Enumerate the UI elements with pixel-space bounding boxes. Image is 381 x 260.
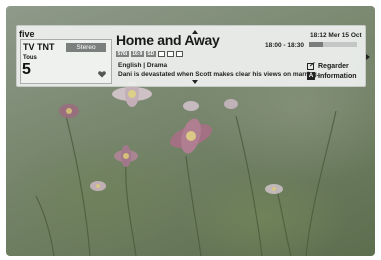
audio-badge: Stereo xyxy=(66,43,106,52)
audio-description-icon xyxy=(166,51,174,57)
information-button[interactable]: A Information xyxy=(307,72,357,80)
next-programme-arrow-icon[interactable] xyxy=(366,54,370,60)
aspect-tag: 16:9 xyxy=(130,51,144,57)
programme-genre: English | Drama xyxy=(118,62,168,69)
channel-name: TV TNT xyxy=(23,42,55,52)
programme-synopsis: Dani is devastated when Scott makes clea… xyxy=(118,71,323,78)
channel-info-box: TV TNT Stereo Tous 5 xyxy=(20,39,112,84)
previous-channel-arrow-icon[interactable] xyxy=(192,30,198,34)
information-button-label: Information xyxy=(318,72,357,80)
next-channel-arrow-icon[interactable] xyxy=(192,80,198,84)
watch-button-label: Regarder xyxy=(318,62,349,70)
programme-title: Home and Away xyxy=(116,32,220,48)
definition-tag: SD xyxy=(145,51,156,57)
subtitles-icon xyxy=(157,51,165,57)
a-key-icon: A xyxy=(307,72,315,80)
resolution-tag: 576i xyxy=(116,51,129,57)
channel-brand-logo: five xyxy=(19,29,35,39)
clock: 18:12 Mer 15 Oct xyxy=(310,32,362,39)
time-slot: 18:00 - 18:30 xyxy=(265,42,305,49)
channel-number: 5 xyxy=(22,61,31,78)
programme-tags: 576i 16:9 SD xyxy=(116,51,183,57)
record-icon xyxy=(307,62,315,70)
programme-progress-bar xyxy=(309,42,357,47)
watch-button[interactable]: Regarder xyxy=(307,62,349,70)
progress-fill xyxy=(309,42,324,47)
parental-icon xyxy=(175,51,183,57)
heart-icon xyxy=(98,71,106,78)
